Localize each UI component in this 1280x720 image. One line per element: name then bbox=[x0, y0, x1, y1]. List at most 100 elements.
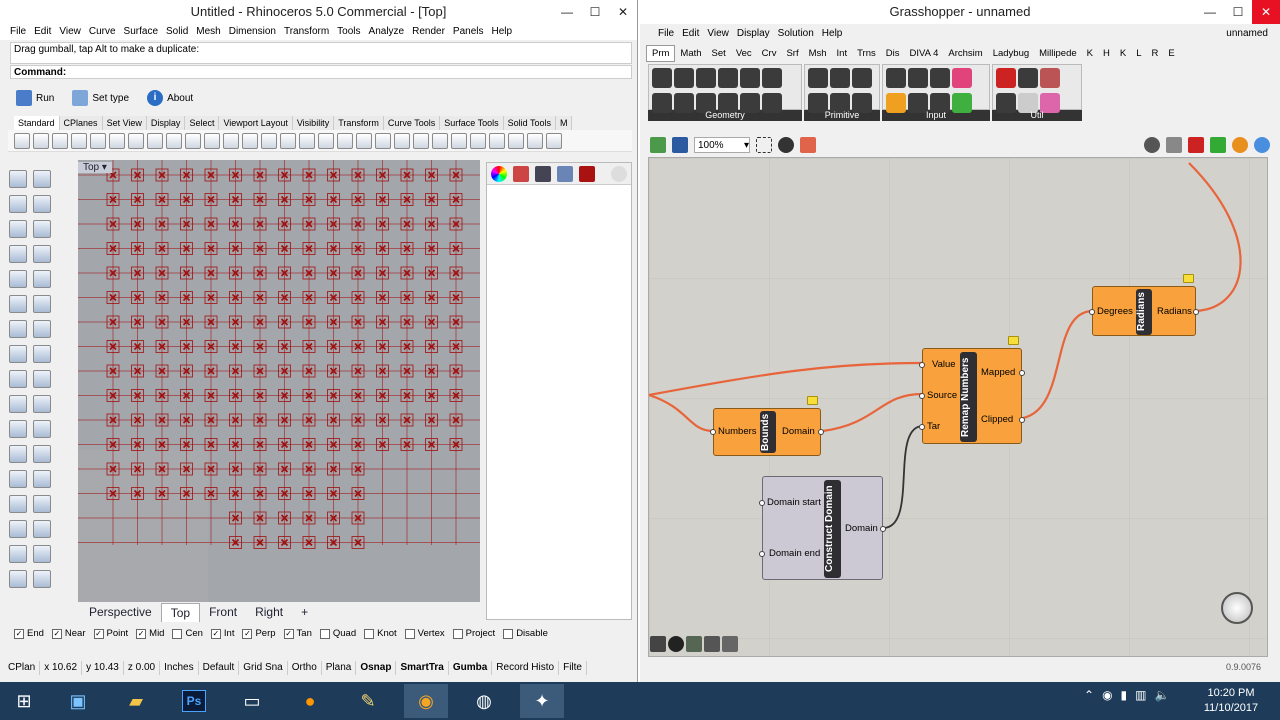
gh-tab-2[interactable]: Set bbox=[707, 46, 731, 61]
osnap-point[interactable]: ✓ Point bbox=[93, 628, 128, 639]
boolean-icon[interactable] bbox=[9, 370, 27, 388]
gh-param-icon[interactable] bbox=[1040, 68, 1060, 88]
gh-menu-view[interactable]: View bbox=[703, 26, 733, 42]
fillet-icon[interactable] bbox=[33, 270, 51, 288]
numbers-input[interactable]: Numbers bbox=[718, 426, 757, 437]
tab-top[interactable]: Top bbox=[160, 602, 201, 622]
osnap-checkbox[interactable]: ✓ bbox=[51, 628, 62, 639]
zoom-extents-icon[interactable] bbox=[756, 137, 772, 153]
viewport-label[interactable]: Top ▾ bbox=[78, 162, 112, 173]
domain-output[interactable]: Domain bbox=[782, 426, 815, 437]
menu-analyze[interactable]: Analyze bbox=[365, 24, 409, 40]
move-icon[interactable] bbox=[9, 445, 27, 463]
mesh-icon[interactable] bbox=[33, 345, 51, 363]
revolve-icon[interactable] bbox=[33, 295, 51, 313]
battery-icon[interactable]: ▮ bbox=[1121, 688, 1128, 702]
status-item[interactable]: Gumba bbox=[449, 661, 493, 675]
source-input-dot[interactable] bbox=[919, 393, 925, 399]
properties-icon[interactable] bbox=[356, 132, 372, 149]
clipped-output[interactable]: Clipped bbox=[981, 414, 1013, 425]
network-icon[interactable]: ▥ bbox=[1135, 688, 1146, 702]
selected-preview-icon[interactable] bbox=[1188, 137, 1204, 153]
gh-widget-icon[interactable] bbox=[722, 636, 738, 652]
gh-tab-16[interactable]: K bbox=[1115, 46, 1131, 61]
tray-app-icon[interactable]: ◉ bbox=[1102, 688, 1112, 702]
gh-download-icon[interactable] bbox=[650, 636, 666, 652]
status-item[interactable]: Ortho bbox=[288, 661, 322, 675]
osnap-checkbox[interactable]: ✓ bbox=[93, 628, 104, 639]
display-properties-icon[interactable] bbox=[535, 165, 551, 182]
run-button[interactable]: Run bbox=[10, 90, 60, 106]
volume-icon[interactable]: 🔈 bbox=[1155, 688, 1170, 702]
select-icon[interactable] bbox=[9, 170, 27, 188]
osnap-end[interactable]: ✓ End bbox=[14, 628, 44, 639]
grid-icon[interactable] bbox=[337, 132, 353, 149]
zoom-selected-icon[interactable] bbox=[280, 132, 296, 149]
gh-param-icon[interactable] bbox=[952, 68, 972, 88]
domain-end-input[interactable]: Domain end bbox=[769, 548, 820, 559]
osnap-checkbox[interactable]: ✓ bbox=[136, 628, 147, 639]
point-icon[interactable] bbox=[33, 170, 51, 188]
osnap-checkbox[interactable]: ✓ bbox=[210, 628, 221, 639]
material-properties-icon[interactable] bbox=[513, 165, 529, 182]
radians-component[interactable]: Degrees Radians Radians bbox=[1089, 286, 1199, 336]
gh-param-icon[interactable] bbox=[740, 68, 760, 88]
tab-right[interactable]: Right bbox=[246, 603, 292, 621]
gh-tab-19[interactable]: E bbox=[1163, 46, 1179, 61]
camera-properties-icon[interactable] bbox=[557, 165, 573, 182]
edit-icon[interactable] bbox=[9, 570, 27, 588]
gh-tab-3[interactable]: Vec bbox=[731, 46, 757, 61]
block-icon[interactable] bbox=[9, 545, 27, 563]
navigation-compass-icon[interactable] bbox=[1221, 592, 1253, 624]
gh-tab-11[interactable]: Archsim bbox=[943, 46, 987, 61]
gh-tab-0[interactable]: Prm bbox=[646, 45, 676, 62]
render-properties-icon[interactable] bbox=[579, 165, 595, 182]
group-icon[interactable] bbox=[33, 420, 51, 438]
status-item[interactable]: Plana bbox=[322, 661, 357, 675]
numbers-input-dot[interactable] bbox=[710, 429, 716, 435]
menu-file[interactable]: File bbox=[6, 24, 30, 40]
file-explorer-icon[interactable]: ▰ bbox=[114, 684, 158, 718]
menu-edit[interactable]: Edit bbox=[30, 24, 55, 40]
value-input[interactable]: Value bbox=[932, 359, 956, 370]
gh-tab-5[interactable]: Srf bbox=[781, 46, 803, 61]
osnap-project[interactable]: Project bbox=[452, 628, 495, 639]
degrees-input[interactable]: Degrees bbox=[1097, 306, 1133, 317]
bounds-component[interactable]: Numbers Bounds Domain bbox=[710, 408, 824, 456]
status-item[interactable]: SmartTra bbox=[396, 661, 449, 675]
circle-icon[interactable] bbox=[9, 220, 27, 238]
status-item[interactable]: Osnap bbox=[356, 661, 397, 675]
rotate-view-icon[interactable] bbox=[204, 132, 220, 149]
remap-numbers-component[interactable]: Value Source Tar Remap Numbers Mapped Cl… bbox=[919, 348, 1025, 444]
osnap-checkbox[interactable]: ✓ bbox=[283, 628, 294, 639]
osnap-checkbox[interactable] bbox=[452, 628, 463, 639]
firefox-icon[interactable]: ● bbox=[288, 684, 332, 718]
curve-icon[interactable] bbox=[33, 195, 51, 213]
osnap-checkbox[interactable]: ✓ bbox=[242, 628, 253, 639]
gh-tab-15[interactable]: H bbox=[1098, 46, 1115, 61]
grid-array-icon[interactable] bbox=[9, 520, 27, 538]
clock[interactable]: 10:20 PM 11/10/2017 bbox=[1196, 686, 1266, 716]
remote-desktop-icon[interactable]: ▭ bbox=[230, 684, 274, 718]
maximize-icon[interactable]: ☐ bbox=[581, 0, 609, 24]
domain-end-dot[interactable] bbox=[759, 551, 765, 557]
gh-param-icon[interactable] bbox=[674, 68, 694, 88]
gh-widget-icon[interactable] bbox=[686, 636, 702, 652]
text-icon[interactable] bbox=[9, 470, 27, 488]
preview-eye-icon[interactable] bbox=[778, 137, 794, 153]
gh-menu-edit[interactable]: Edit bbox=[678, 26, 703, 42]
gh-param-icon[interactable] bbox=[996, 68, 1016, 88]
gh-param-icon[interactable] bbox=[696, 68, 716, 88]
tab-solid-tools[interactable]: Solid Tools bbox=[503, 116, 556, 130]
gh-tab-1[interactable]: Math bbox=[675, 46, 706, 61]
new-icon[interactable] bbox=[14, 132, 30, 149]
control-panel-icon[interactable]: ▣ bbox=[56, 684, 100, 718]
menu-curve[interactable]: Curve bbox=[85, 24, 120, 40]
array-icon[interactable] bbox=[9, 495, 27, 513]
osnap-perp[interactable]: ✓ Perp bbox=[242, 628, 276, 639]
gh-minimize-icon[interactable]: — bbox=[1196, 0, 1224, 24]
color-preview-icon[interactable] bbox=[1210, 137, 1226, 153]
explode-icon[interactable] bbox=[33, 395, 51, 413]
gh-tab-8[interactable]: Trns bbox=[852, 46, 881, 61]
preview-mode-icon[interactable] bbox=[1144, 137, 1160, 153]
